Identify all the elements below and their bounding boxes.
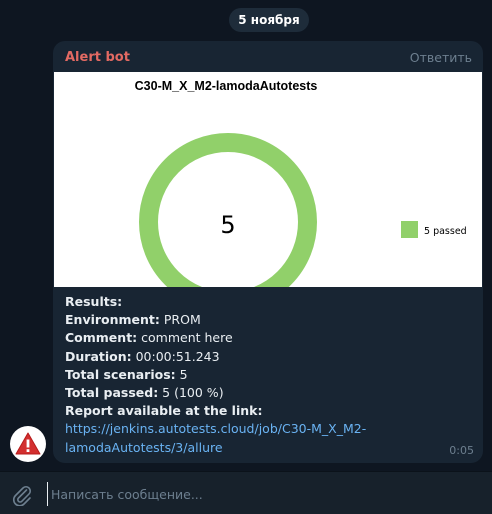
- message-time: 0:05: [449, 444, 474, 457]
- line-duration: Duration: 00:00:51.243: [65, 348, 220, 364]
- legend-swatch: [401, 221, 418, 238]
- message-composer: [0, 471, 492, 514]
- line-results: Results:: [65, 294, 123, 309]
- line-total-scenarios: Total scenarios: 5: [65, 366, 188, 382]
- line-comment: Comment: comment here: [65, 330, 233, 346]
- legend-label: 5 passed: [424, 226, 467, 237]
- date-separator: 5 ноября: [229, 8, 309, 32]
- line-report-link-label: Report available at the link:: [65, 403, 263, 419]
- line-environment: Environment: PROM: [65, 312, 201, 328]
- report-link[interactable]: https://jenkins.autotests.cloud/job/C30-…: [65, 420, 475, 456]
- message-bubble[interactable]: Alert bot Ответить C30-M_X_M2-lamodaAuto…: [53, 41, 483, 463]
- message-input[interactable]: [47, 482, 477, 506]
- paperclip-icon: [13, 485, 32, 506]
- chart-center-value: 5: [220, 211, 235, 239]
- report-chart-image[interactable]: C30-M_X_M2-lamodaAutotests 5 5 passed: [54, 72, 482, 287]
- line-total-passed: Total passed: 5 (100 %): [65, 385, 224, 401]
- warning-icon: [15, 432, 41, 455]
- donut-chart: C30-M_X_M2-lamodaAutotests 5 5 passed: [135, 79, 467, 287]
- sender-name[interactable]: Alert bot: [65, 50, 130, 65]
- message-text: Results: Environment: PROM Comment: comm…: [65, 293, 475, 457]
- attach-button[interactable]: [10, 483, 34, 507]
- bot-avatar[interactable]: [10, 426, 46, 462]
- chart-title: C30-M_X_M2-lamodaAutotests: [135, 79, 318, 93]
- reply-button[interactable]: Ответить: [410, 50, 472, 65]
- chat-area: 5 ноября Alert bot Ответить C30-M_X_M2-l…: [0, 0, 492, 471]
